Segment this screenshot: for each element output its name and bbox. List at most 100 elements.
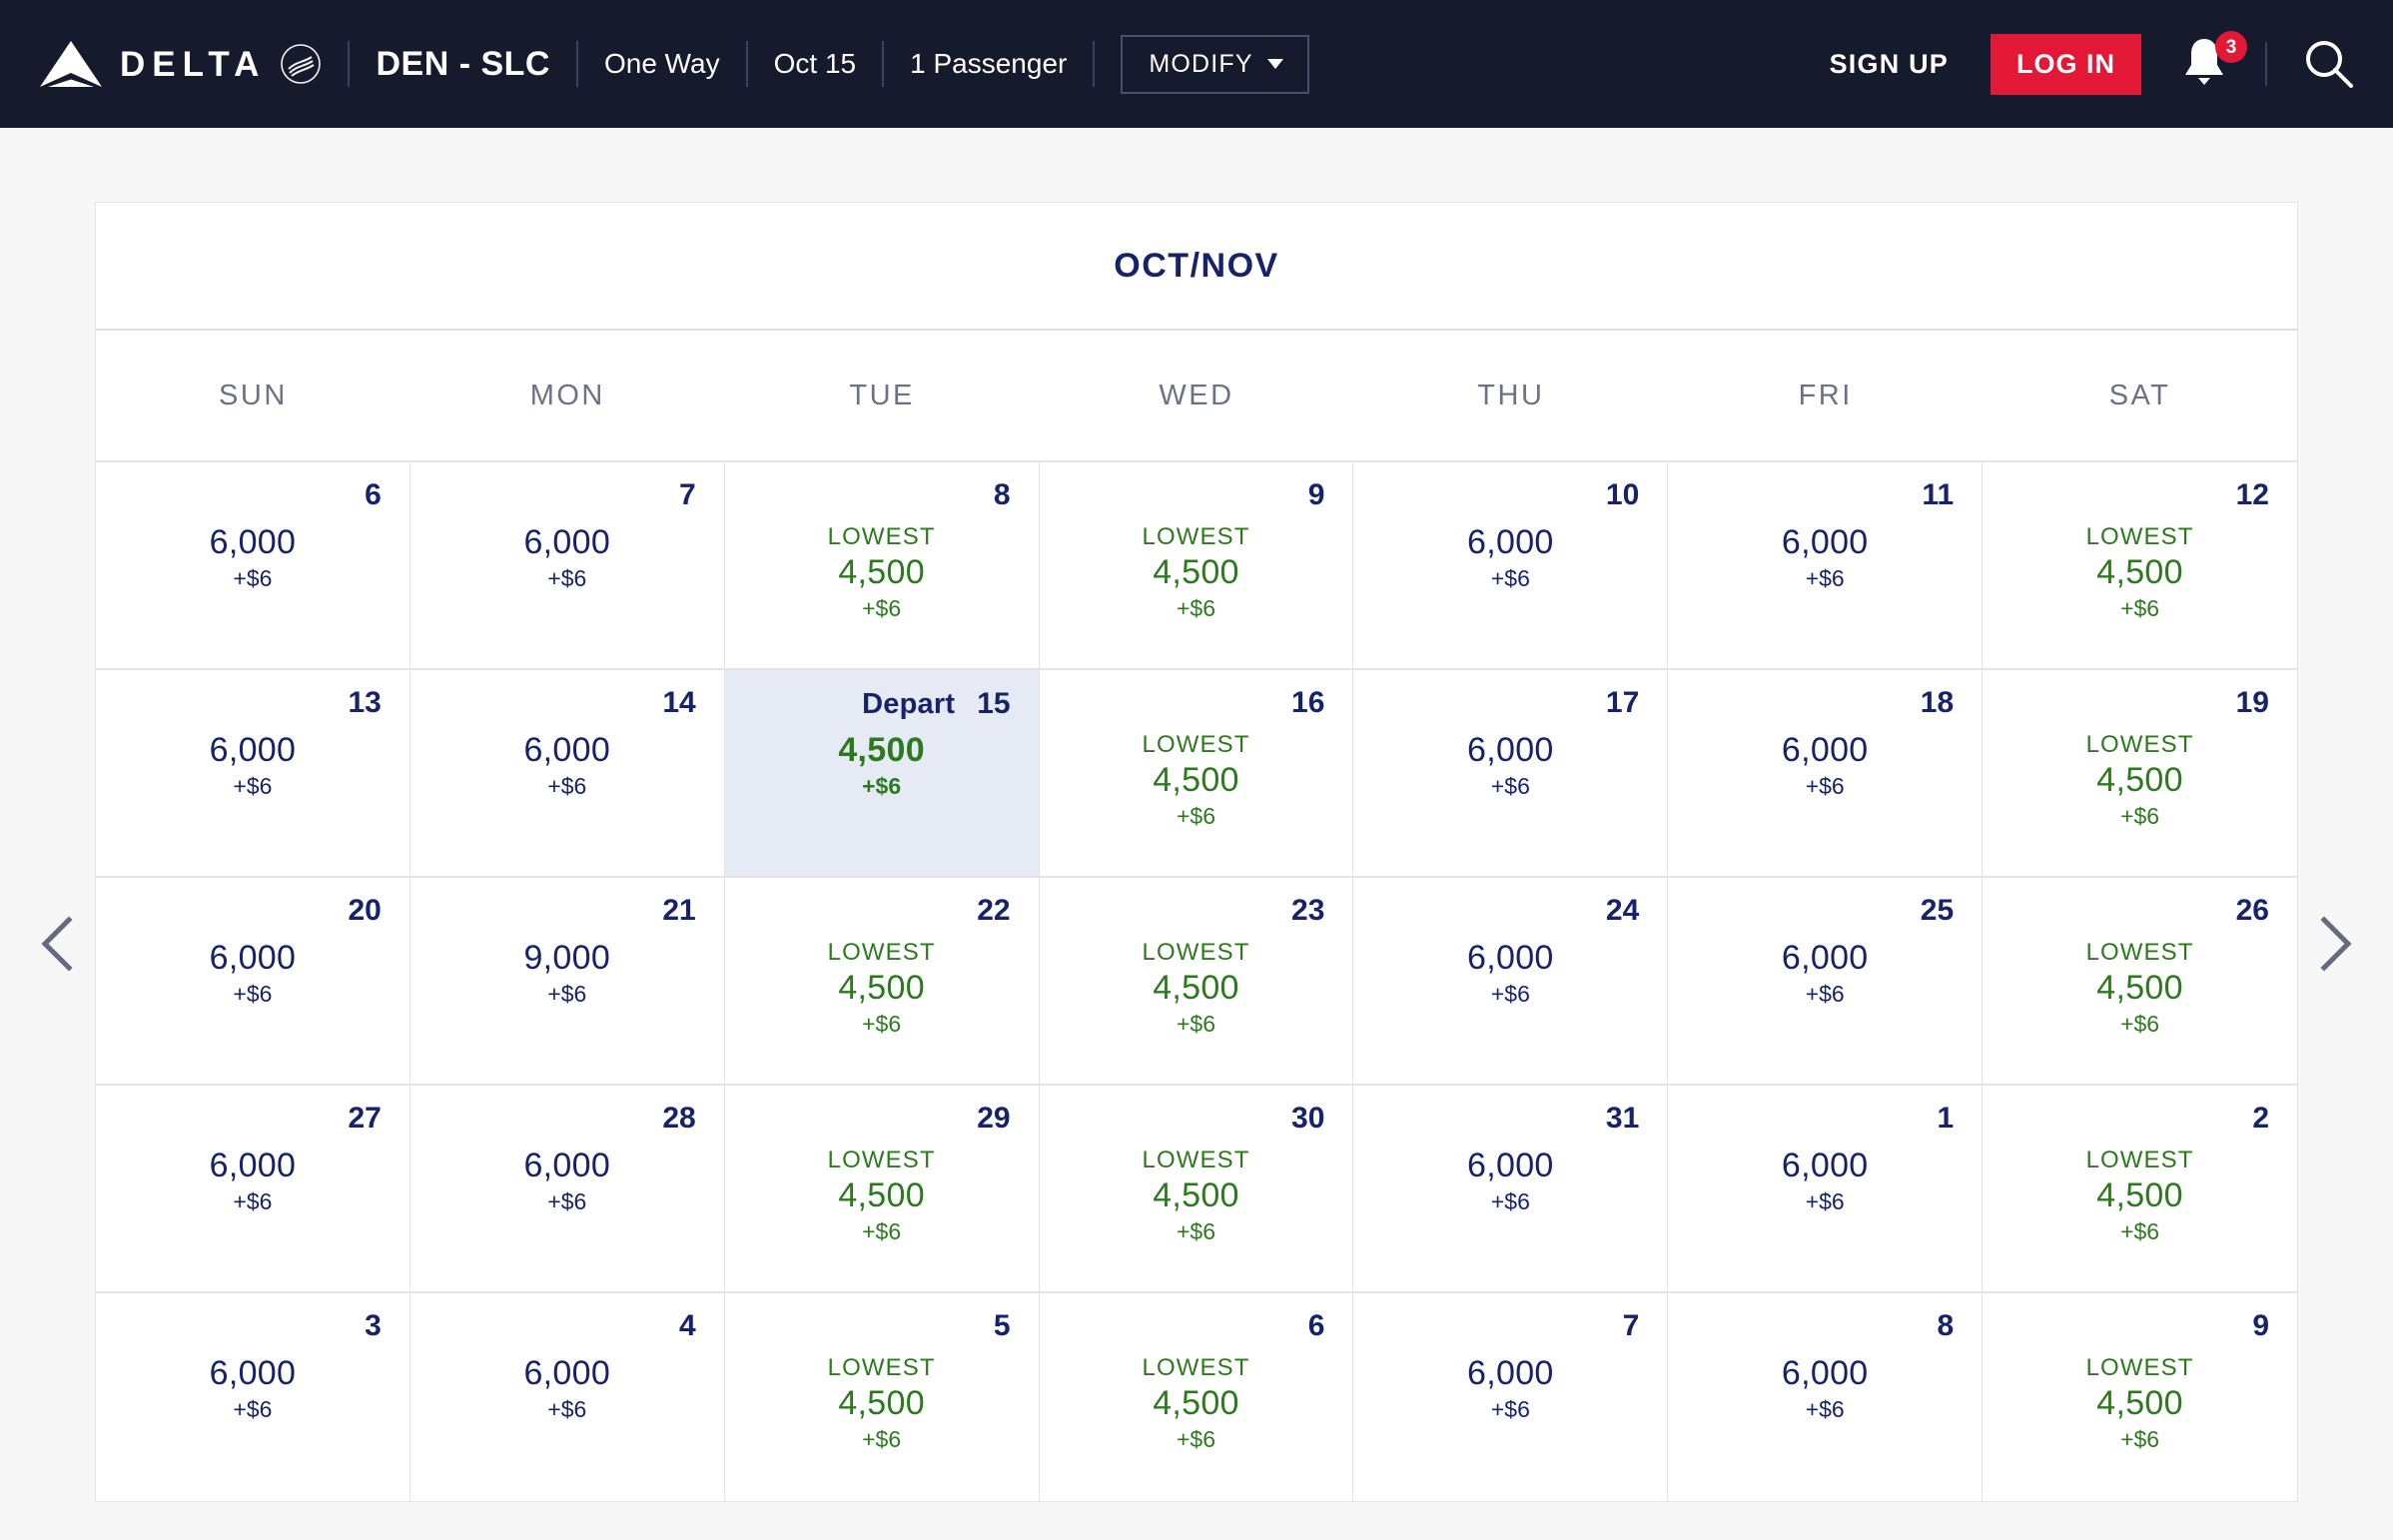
calendar-day-cell[interactable]: 22LOWEST4,500+$6 bbox=[725, 878, 1040, 1086]
fare-taxes: +$6 bbox=[124, 979, 382, 1010]
calendar-day-cell[interactable]: 116,000+$6 bbox=[1668, 462, 1983, 670]
fare-miles: 6,000 bbox=[438, 522, 696, 563]
weekday-sun: SUN bbox=[96, 331, 410, 460]
calendar-day-cell[interactable]: 29LOWEST4,500+$6 bbox=[725, 1086, 1040, 1293]
day-number: 18 bbox=[1921, 688, 1954, 718]
fare-miles: 4,500 bbox=[753, 1175, 1011, 1216]
calendar-day-cell[interactable]: 86,000+$6 bbox=[1668, 1293, 1983, 1501]
day-number: 15 bbox=[977, 689, 1010, 719]
top-navigation-bar: DELTA DEN - SLC One Way Oct 15 1 Passeng… bbox=[0, 0, 2393, 128]
calendar-day-cell[interactable]: 12LOWEST4,500+$6 bbox=[1983, 462, 2297, 670]
fare-block: 6,000+$6 bbox=[124, 1353, 382, 1425]
lowest-fare-tag: LOWEST bbox=[1068, 522, 1325, 552]
fare-taxes: +$6 bbox=[1381, 979, 1639, 1010]
fare-taxes: +$6 bbox=[1068, 1009, 1325, 1040]
fare-miles: 4,500 bbox=[2010, 1383, 2269, 1424]
notification-badge-count: 3 bbox=[2215, 31, 2247, 63]
calendar-day-header: 7 bbox=[1381, 1311, 1639, 1351]
calendar-day-cell[interactable]: 316,000+$6 bbox=[1353, 1086, 1668, 1293]
fare-taxes: +$6 bbox=[753, 1424, 1011, 1455]
calendar-day-cell[interactable]: 8LOWEST4,500+$6 bbox=[725, 462, 1040, 670]
calendar-day-cell[interactable]: 23LOWEST4,500+$6 bbox=[1040, 878, 1354, 1086]
fare-block: LOWEST4,500+$6 bbox=[1068, 522, 1325, 624]
fare-miles: 6,000 bbox=[1696, 522, 1954, 563]
search-icon[interactable] bbox=[2301, 36, 2357, 92]
day-number: 4 bbox=[679, 1311, 696, 1341]
fare-taxes: +$6 bbox=[2010, 1216, 2269, 1247]
calendar-day-cell[interactable]: 26LOWEST4,500+$6 bbox=[1983, 878, 2297, 1086]
fare-taxes: +$6 bbox=[753, 771, 1011, 802]
fare-miles: 9,000 bbox=[438, 938, 696, 979]
day-number: 22 bbox=[977, 896, 1010, 926]
fare-calendar: OCT/NOV SUN MON TUE WED THU FRI SAT 66,0… bbox=[95, 202, 2298, 1502]
calendar-day-cell[interactable]: 36,000+$6 bbox=[96, 1293, 410, 1501]
calendar-day-cell[interactable]: 9LOWEST4,500+$6 bbox=[1040, 462, 1354, 670]
fare-block: LOWEST4,500+$6 bbox=[2010, 522, 2269, 624]
calendar-day-cell[interactable]: 106,000+$6 bbox=[1353, 462, 1668, 670]
calendar-day-cell[interactable]: 76,000+$6 bbox=[1353, 1293, 1668, 1501]
previous-week-button[interactable] bbox=[22, 907, 96, 981]
notifications-button[interactable]: 3 bbox=[2179, 35, 2235, 93]
chevron-down-icon bbox=[1267, 59, 1283, 69]
fare-block: LOWEST4,500+$6 bbox=[1068, 1146, 1325, 1247]
day-number: 7 bbox=[679, 480, 696, 510]
calendar-day-header: 23 bbox=[1068, 896, 1325, 936]
fare-miles: 4,500 bbox=[1068, 1383, 1325, 1424]
calendar-day-header: 14 bbox=[438, 688, 696, 728]
calendar-day-cell[interactable]: 19LOWEST4,500+$6 bbox=[1983, 670, 2297, 878]
calendar-day-grid: 66,000+$676,000+$68LOWEST4,500+$69LOWEST… bbox=[96, 460, 2297, 1501]
next-week-button[interactable] bbox=[2297, 907, 2371, 981]
fare-block: 6,000+$6 bbox=[438, 522, 696, 594]
calendar-day-header: Depart15 bbox=[753, 688, 1011, 728]
calendar-day-cell[interactable]: 276,000+$6 bbox=[96, 1086, 410, 1293]
day-number: 1 bbox=[1937, 1104, 1954, 1134]
log-in-button[interactable]: LOG IN bbox=[1991, 34, 2141, 95]
calendar-day-cell[interactable]: 16,000+$6 bbox=[1668, 1086, 1983, 1293]
calendar-day-cell[interactable]: 16LOWEST4,500+$6 bbox=[1040, 670, 1354, 878]
calendar-day-cell[interactable]: 136,000+$6 bbox=[96, 670, 410, 878]
sign-up-link[interactable]: SIGN UP bbox=[1830, 49, 1949, 80]
fare-block: LOWEST4,500+$6 bbox=[1068, 730, 1325, 832]
fare-miles: 6,000 bbox=[438, 1146, 696, 1186]
calendar-day-cell[interactable]: 5LOWEST4,500+$6 bbox=[725, 1293, 1040, 1501]
calendar-day-cell[interactable]: 6LOWEST4,500+$6 bbox=[1040, 1293, 1354, 1501]
calendar-day-cell[interactable]: 2LOWEST4,500+$6 bbox=[1983, 1086, 2297, 1293]
fare-taxes: +$6 bbox=[753, 1216, 1011, 1247]
trip-date-label: Oct 15 bbox=[774, 48, 856, 80]
divider bbox=[348, 41, 350, 87]
fare-taxes: +$6 bbox=[1381, 1186, 1639, 1217]
calendar-day-cell[interactable]: 219,000+$6 bbox=[410, 878, 725, 1086]
weekday-sat: SAT bbox=[1983, 331, 2297, 460]
calendar-day-cell[interactable]: 176,000+$6 bbox=[1353, 670, 1668, 878]
day-number: 6 bbox=[1308, 1311, 1325, 1341]
calendar-day-cell[interactable]: 9LOWEST4,500+$6 bbox=[1983, 1293, 2297, 1501]
calendar-day-cell[interactable]: 66,000+$6 bbox=[96, 462, 410, 670]
fare-taxes: +$6 bbox=[753, 593, 1011, 624]
calendar-day-cell[interactable]: 146,000+$6 bbox=[410, 670, 725, 878]
day-number: 20 bbox=[348, 896, 381, 926]
calendar-day-header: 20 bbox=[124, 896, 382, 936]
day-number: 30 bbox=[1291, 1104, 1324, 1134]
lowest-fare-tag: LOWEST bbox=[1068, 730, 1325, 760]
calendar-day-cell[interactable]: 186,000+$6 bbox=[1668, 670, 1983, 878]
calendar-day-header: 3 bbox=[124, 1311, 382, 1351]
day-number: 25 bbox=[1921, 896, 1954, 926]
fare-miles: 4,500 bbox=[753, 730, 1011, 771]
fare-block: 6,000+$6 bbox=[1696, 938, 1954, 1010]
calendar-day-header: 8 bbox=[1696, 1311, 1954, 1351]
fare-miles: 4,500 bbox=[753, 552, 1011, 593]
fare-taxes: +$6 bbox=[1381, 1394, 1639, 1425]
calendar-day-cell[interactable]: 25 6,000+$6 bbox=[1668, 878, 1983, 1086]
delta-logo[interactable]: DELTA bbox=[40, 41, 322, 87]
calendar-day-cell-selected[interactable]: Depart154,500+$6 bbox=[725, 670, 1040, 878]
calendar-day-cell[interactable]: 246,000+$6 bbox=[1353, 878, 1668, 1086]
modify-search-button[interactable]: MODIFY bbox=[1121, 35, 1308, 94]
weekday-mon: MON bbox=[410, 331, 725, 460]
calendar-day-cell[interactable]: 206,000+$6 bbox=[96, 878, 410, 1086]
calendar-day-cell[interactable]: 286,000+$6 bbox=[410, 1086, 725, 1293]
calendar-day-cell[interactable]: 7 6,000+$6 bbox=[410, 462, 725, 670]
calendar-day-cell[interactable]: 46,000+$6 bbox=[410, 1293, 725, 1501]
calendar-day-cell[interactable]: 30 LOWEST4,500+$6 bbox=[1040, 1086, 1354, 1293]
day-number: 17 bbox=[1606, 688, 1639, 718]
fare-miles: 4,500 bbox=[753, 1383, 1011, 1424]
